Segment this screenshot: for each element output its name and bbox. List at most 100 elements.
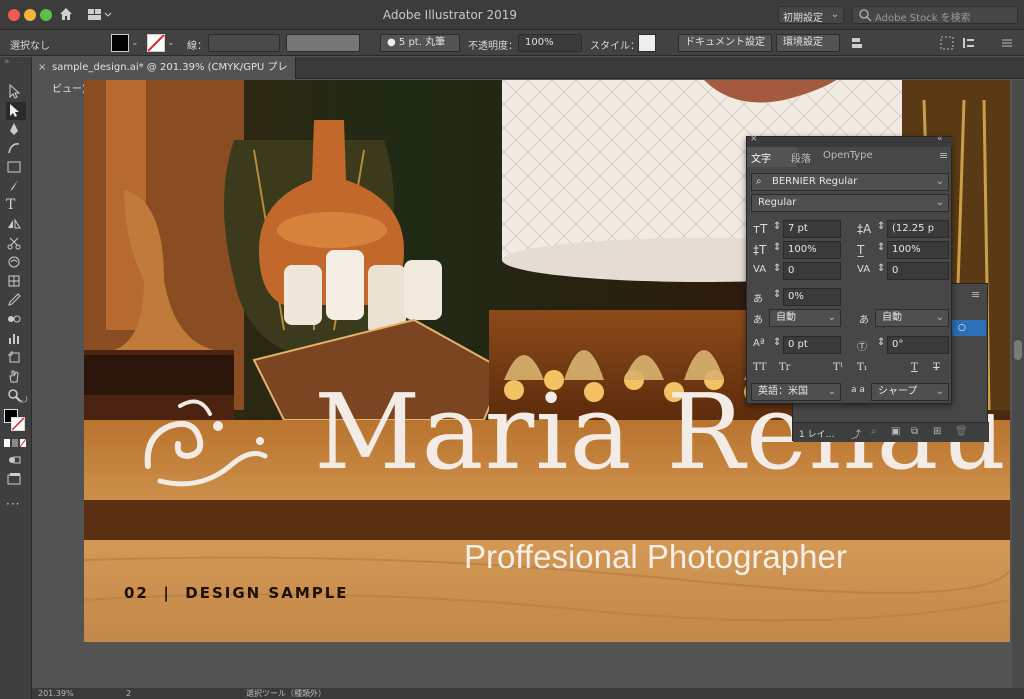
stepper-icon[interactable]: ⇕ (773, 221, 781, 232)
horizontal-scale-field[interactable]: 100% (887, 241, 949, 259)
hand-tool-icon[interactable] (6, 368, 26, 386)
panel-menu-icon[interactable]: ≡ (939, 149, 948, 162)
type-tool-icon[interactable]: T (6, 197, 26, 215)
screen-mode-icon[interactable] (6, 471, 26, 489)
subtitle-text[interactable]: Proffesional Photographer (464, 538, 847, 576)
direct-selection-tool-icon[interactable] (6, 102, 26, 120)
collapse-panel-icon[interactable]: « (937, 134, 943, 144)
graph-tool-icon[interactable] (6, 330, 26, 348)
character-rotation-field[interactable]: 0° (887, 336, 949, 354)
tab-opentype-label[interactable]: OpenType (823, 150, 873, 161)
superscript-button[interactable]: T¹ (833, 362, 844, 373)
artboard-number[interactable]: 2 (126, 688, 131, 699)
chevron-down-icon[interactable]: ⌄ (131, 38, 139, 48)
stepper-icon[interactable]: ⇕ (877, 337, 885, 348)
locate-icon[interactable]: ⌕ (871, 426, 877, 437)
stepper-icon[interactable]: ⇕ (773, 242, 781, 253)
menu-icon[interactable] (1000, 36, 1014, 50)
close-tab-icon[interactable]: × (38, 57, 46, 79)
status-bar: 201.39% 2 選択ツール（種類外） (32, 688, 1024, 699)
color-mode-icons[interactable] (4, 439, 28, 447)
leading-field[interactable]: (12.25 p (887, 220, 949, 238)
make-clip-icon[interactable]: ▣ (891, 426, 900, 437)
brush-definition[interactable]: ● 5 pt. 丸筆 (380, 34, 460, 52)
tsume-field[interactable]: 0% (783, 288, 841, 306)
document-setup-button[interactable]: ドキュメント設定 (678, 34, 772, 52)
stroke-swatch[interactable] (147, 34, 165, 52)
tab-character-label: 文字 (751, 154, 771, 165)
subscript-button[interactable]: T₁ (857, 362, 868, 373)
stroke-weight-field[interactable] (208, 34, 280, 52)
close-panel-icon[interactable]: × (750, 134, 758, 144)
aki-after-select[interactable]: 自動 ⌄ (875, 309, 949, 327)
stepper-icon[interactable]: ⇕ (877, 221, 885, 232)
warp-tool-icon[interactable] (6, 254, 26, 272)
more-tools-icon[interactable]: ··· (6, 497, 26, 515)
panel-menu-icon[interactable]: ≡ (971, 288, 980, 301)
collapse-panel-icon[interactable]: » (4, 57, 10, 67)
swap-colors-icon[interactable]: ⤾ (20, 396, 28, 406)
new-sublayer-icon[interactable]: ⧉ (911, 426, 918, 437)
panel-header[interactable]: × « (747, 134, 953, 147)
font-size-field[interactable]: 7 pt (783, 220, 841, 238)
font-family-select[interactable]: ⌕ BERNIER Regular ⌄ (751, 173, 949, 191)
stepper-icon[interactable]: ⇕ (877, 242, 885, 253)
stroke-color-box[interactable] (11, 417, 25, 431)
vertical-scale-field[interactable]: 100% (783, 241, 841, 259)
selection-tool-icon[interactable] (6, 83, 26, 101)
graphic-style-swatch[interactable] (638, 34, 656, 52)
workspace-switcher[interactable]: 初期設定 ⌄ (778, 6, 844, 24)
scissors-tool-icon[interactable] (6, 235, 26, 253)
fill-swatch[interactable] (111, 34, 129, 52)
tracking-value: 0 (892, 265, 899, 276)
new-layer-icon[interactable]: ⊞ (933, 426, 941, 437)
arrange-documents-icon[interactable] (88, 8, 112, 22)
stepper-icon[interactable]: ⇕ (773, 337, 781, 348)
close-window-button[interactable] (8, 9, 20, 21)
zoom-window-button[interactable] (40, 9, 52, 21)
small-caps-button[interactable]: Tr (779, 362, 790, 373)
eyedropper-tool-icon[interactable] (6, 292, 26, 310)
stepper-icon[interactable]: ⇕ (773, 263, 781, 274)
pen-tool-icon[interactable] (6, 121, 26, 139)
blend-tool-icon[interactable] (6, 311, 26, 329)
tab-paragraph-label[interactable]: 段落 (791, 150, 811, 165)
document-tab[interactable]: × sample_design.ai* @ 201.39% (CMYK/GPU … (32, 57, 296, 95)
paintbrush-tool-icon[interactable] (6, 178, 26, 196)
zoom-level[interactable]: 201.39% (38, 688, 74, 699)
export-icon[interactable]: ⤴ (851, 426, 861, 441)
baseline-shift-field[interactable]: 0 pt (783, 336, 841, 354)
stepper-icon[interactable]: ⇕ (773, 289, 781, 300)
aki-before-select[interactable]: 自動 ⌄ (769, 309, 841, 327)
preferences-button[interactable]: 環境設定 (776, 34, 840, 52)
delete-layer-icon[interactable]: 🗑 (955, 426, 968, 437)
adobe-stock-search[interactable]: Adobe Stock を検索 (852, 6, 1018, 24)
layer-target-indicator[interactable]: ○ (948, 320, 986, 336)
opacity-field[interactable]: 100% (518, 34, 582, 52)
chevron-down-icon[interactable]: ⌄ (167, 38, 175, 48)
font-style-select[interactable]: Regular ⌄ (751, 194, 949, 212)
tracking-field[interactable]: 0 (887, 262, 949, 280)
rectangle-tool-icon[interactable] (6, 159, 26, 177)
free-transform-tool-icon[interactable] (6, 273, 26, 291)
underline-button[interactable]: T (911, 362, 918, 373)
all-caps-button[interactable]: TT (753, 362, 767, 373)
home-icon[interactable] (58, 6, 74, 22)
minimize-window-button[interactable] (24, 9, 36, 21)
antialias-select[interactable]: シャープ ⌄ (871, 383, 949, 401)
isolate-icon[interactable] (962, 36, 976, 50)
vertical-scrollbar[interactable] (1012, 80, 1024, 688)
kerning-field[interactable]: 0 (783, 262, 841, 280)
variable-width-profile[interactable] (286, 34, 360, 52)
stepper-icon[interactable]: ⇕ (877, 263, 885, 274)
language-select[interactable]: 英語：米国 ⌄ (751, 383, 841, 401)
artboard-tool-icon[interactable] (6, 349, 26, 367)
strikethrough-button[interactable]: T (933, 362, 940, 373)
footer-label[interactable]: 02 | DESIGN SAMPLE (124, 584, 349, 602)
draw-mode-icon[interactable] (6, 452, 26, 470)
curvature-tool-icon[interactable] (6, 140, 26, 158)
scrollbar-thumb[interactable] (1014, 340, 1022, 360)
align-icon[interactable] (850, 36, 864, 50)
reflect-tool-icon[interactable] (6, 216, 26, 234)
transform-icon[interactable] (940, 36, 954, 50)
